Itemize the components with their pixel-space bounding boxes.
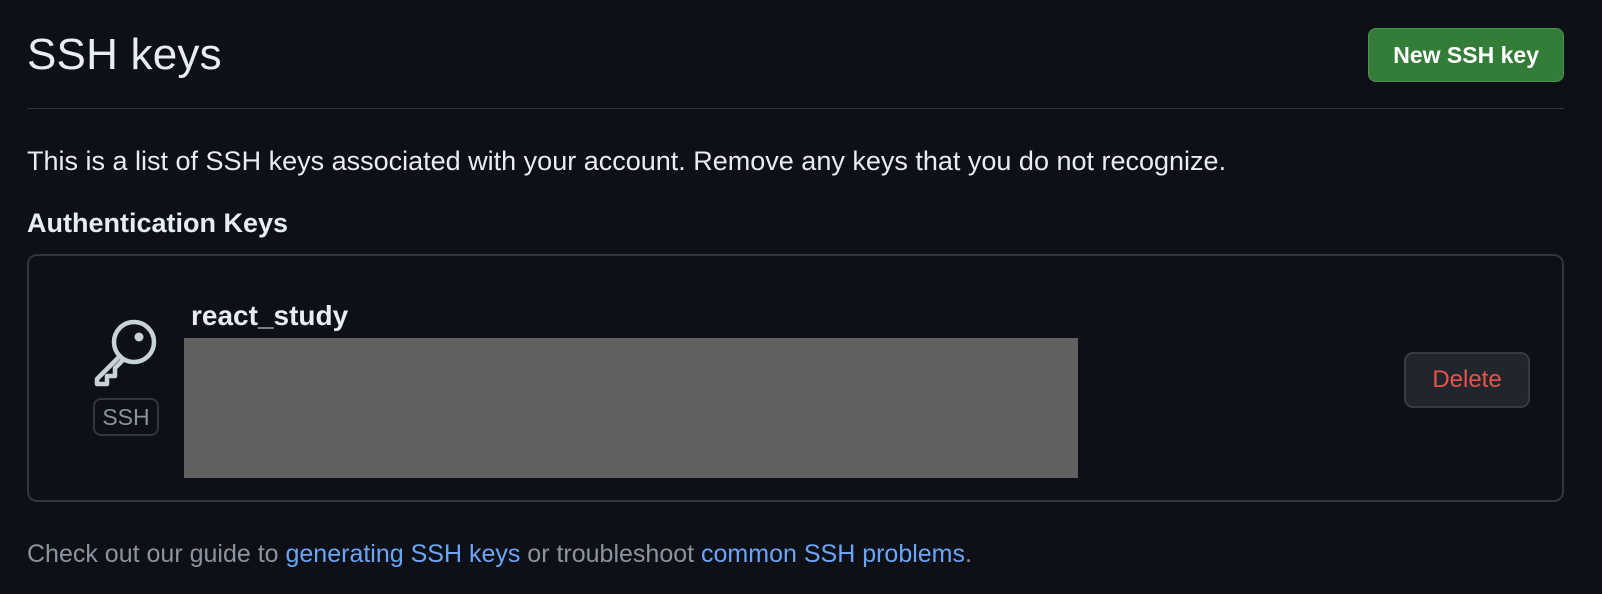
ssh-key-title: react_study — [191, 300, 349, 331]
ssh-type-badge: SSH — [93, 398, 159, 436]
new-ssh-key-button[interactable]: New SSH key — [1368, 28, 1564, 82]
footer-middle: or troubleshoot — [520, 540, 702, 568]
key-icon — [94, 319, 157, 387]
redacted-key-details — [184, 338, 1078, 478]
ssh-keys-page: SSH keys New SSH key This is a list of S… — [27, 0, 1564, 568]
common-ssh-problems-link[interactable]: common SSH problems — [701, 540, 965, 568]
delete-button[interactable]: Delete — [1404, 352, 1530, 408]
footer-suffix: . — [965, 540, 972, 568]
page-header: SSH keys New SSH key — [27, 0, 1564, 109]
footer-prefix: Check out our guide to — [27, 540, 286, 568]
page-title: SSH keys — [27, 30, 222, 79]
section-title: Authentication Keys — [27, 208, 289, 238]
generating-ssh-keys-link[interactable]: generating SSH keys — [286, 540, 521, 568]
intro-text: This is a list of SSH keys associated wi… — [27, 146, 1227, 176]
footer-help-text: Check out our guide to generating SSH ke… — [27, 540, 972, 569]
ssh-key-item: SSH react_study Delete — [27, 254, 1564, 502]
